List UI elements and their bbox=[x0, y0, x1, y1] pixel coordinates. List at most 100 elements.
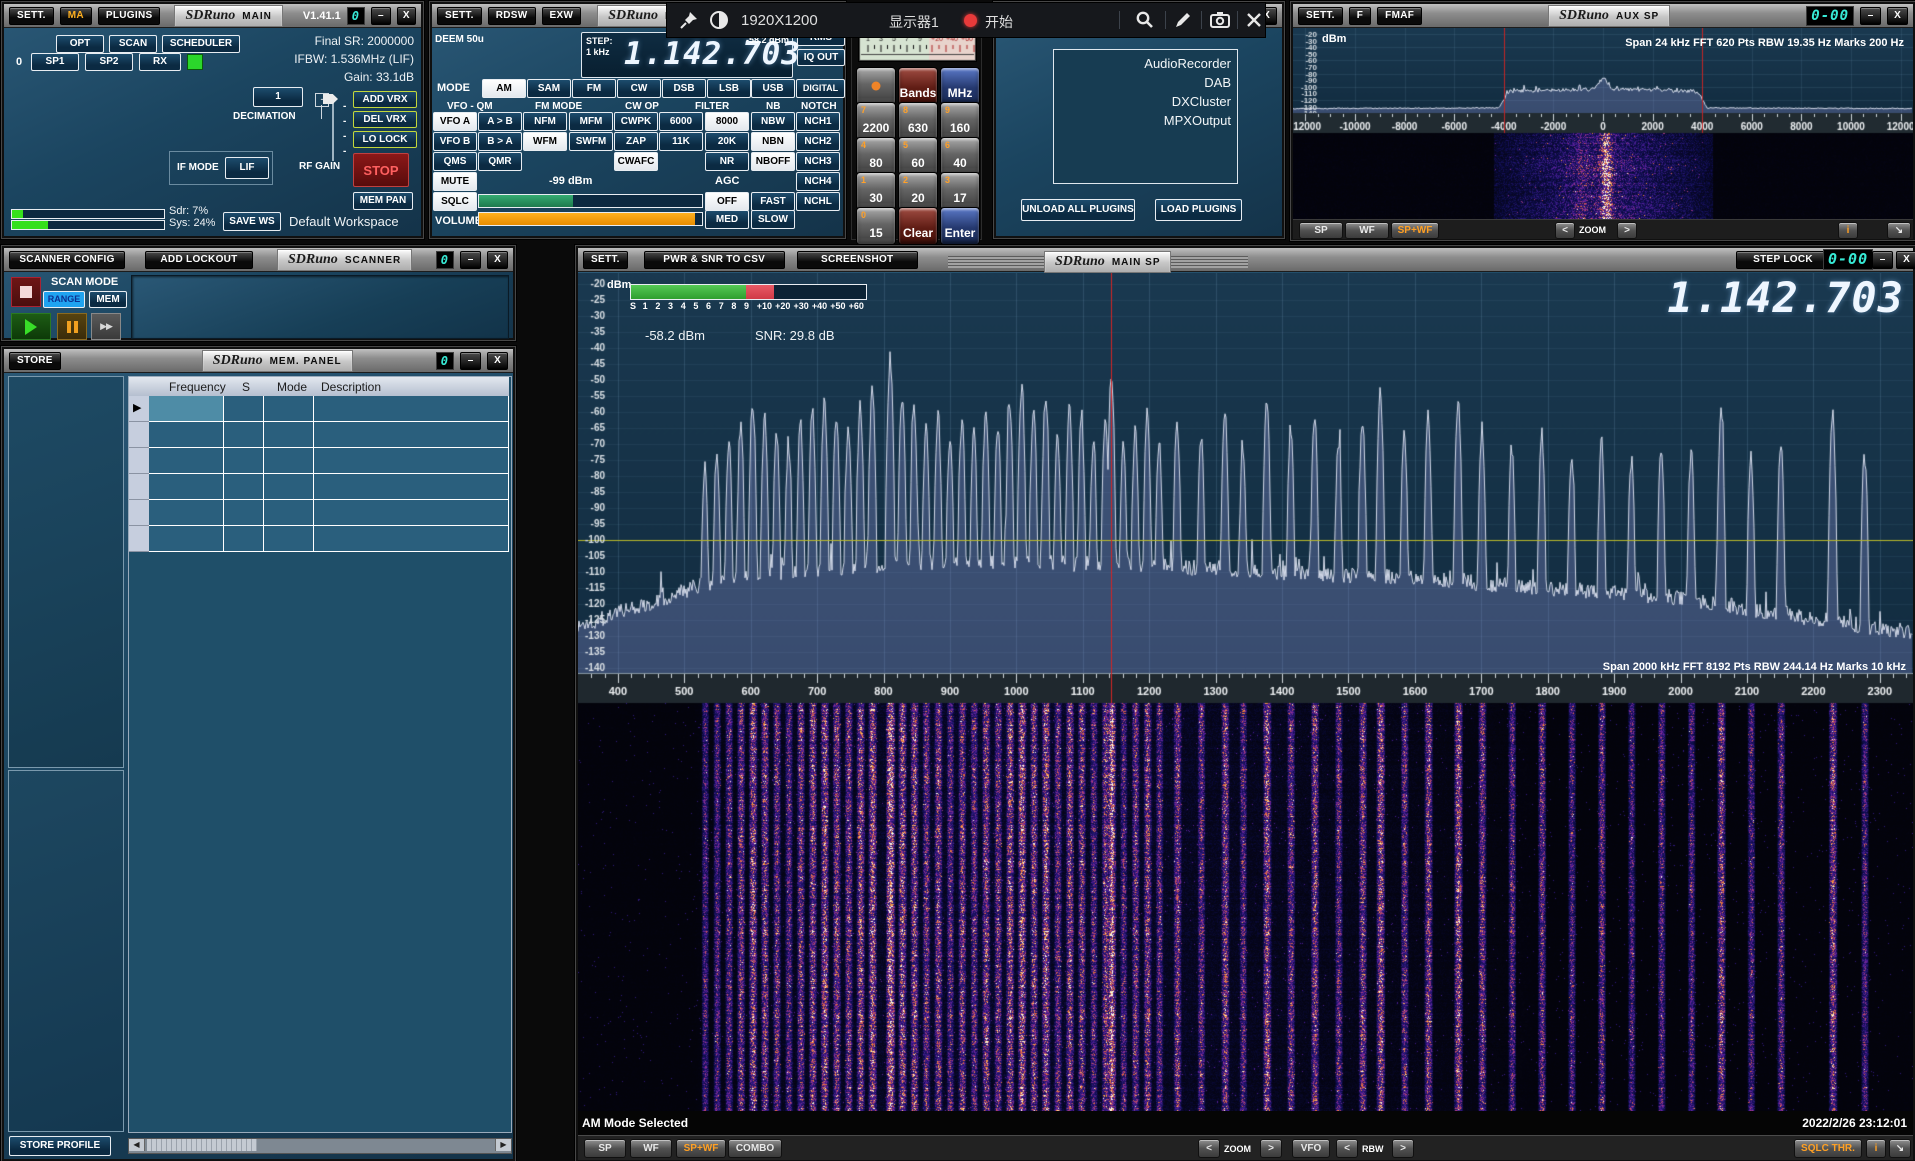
mem-table[interactable]: Frequency S Mode Description ▶ bbox=[128, 376, 512, 1133]
scan-button[interactable]: SCAN bbox=[109, 35, 157, 53]
mode-lsb-button[interactable]: LSB bbox=[707, 79, 751, 98]
mode-dsb-button[interactable]: DSB bbox=[662, 79, 706, 98]
row-selector[interactable] bbox=[129, 448, 149, 474]
keypad-key-60[interactable]: 560 bbox=[898, 137, 938, 175]
scheduler-button[interactable]: SCHEDULER bbox=[162, 35, 240, 53]
unload-all-plugins-button[interactable]: UNLOAD ALL PLUGINS bbox=[1021, 199, 1135, 221]
scanner-config-button[interactable]: SCANNER CONFIG bbox=[9, 251, 125, 269]
keypad-key-dot[interactable] bbox=[856, 67, 896, 105]
store-button[interactable]: STORE bbox=[9, 352, 61, 370]
add-vrx-button[interactable]: ADD VRX bbox=[353, 91, 417, 108]
sqlc-threshold-button[interactable]: SQLC THR. bbox=[1794, 1139, 1862, 1158]
lo-lock-button[interactable]: LO LOCK bbox=[353, 131, 417, 148]
keypad-key-MHz[interactable]: MHz bbox=[940, 67, 980, 105]
table-cell[interactable] bbox=[314, 474, 509, 500]
table-cell[interactable] bbox=[264, 396, 314, 422]
nbn-button[interactable]: NBN bbox=[751, 132, 795, 151]
scan-pause-button[interactable] bbox=[57, 313, 87, 340]
zap-button[interactable]: ZAP bbox=[614, 132, 658, 151]
table-cell[interactable] bbox=[314, 422, 509, 448]
nbw-button[interactable]: NBW bbox=[751, 112, 795, 131]
nch3-button[interactable]: NCH3 bbox=[796, 152, 840, 171]
info-button[interactable]: i bbox=[1866, 1139, 1886, 1158]
rx-button[interactable]: RX bbox=[139, 53, 181, 71]
sp2-button[interactable]: SP2 bbox=[85, 53, 133, 71]
scroll-right-arrow[interactable]: ▶ bbox=[495, 1139, 511, 1151]
magnifier-icon[interactable] bbox=[1135, 10, 1155, 30]
nchl-button[interactable]: NCHL bbox=[796, 192, 840, 211]
table-cell[interactable] bbox=[149, 448, 224, 474]
keypad-key-30[interactable]: 130 bbox=[856, 172, 896, 210]
plugins-list[interactable]: AudioRecorder DAB DXCluster MPXOutput bbox=[1053, 49, 1238, 184]
rf-gain-slider-handle[interactable] bbox=[323, 94, 338, 104]
close-button[interactable]: X bbox=[487, 251, 508, 269]
list-item[interactable]: MPXOutput bbox=[1060, 111, 1231, 130]
table-cell[interactable] bbox=[149, 422, 224, 448]
vfo-b-button[interactable]: VFO B bbox=[433, 132, 477, 151]
table-cell[interactable] bbox=[314, 396, 509, 422]
sp-view-button[interactable]: SP bbox=[584, 1139, 626, 1158]
row-selector[interactable] bbox=[129, 422, 149, 448]
minimize-button[interactable]: – bbox=[460, 352, 481, 370]
nch2-button[interactable]: NCH2 bbox=[796, 132, 840, 151]
keypad-key-2200[interactable]: 72200 bbox=[856, 102, 896, 140]
row-selector[interactable] bbox=[129, 474, 149, 500]
decimation-value[interactable]: 1 bbox=[253, 87, 303, 107]
filter-11k-button[interactable]: 11K bbox=[659, 132, 703, 151]
ma-button[interactable]: MA bbox=[60, 7, 92, 25]
scroll-thumb[interactable] bbox=[147, 1139, 257, 1151]
pin-icon[interactable] bbox=[679, 10, 699, 30]
rdsw-button[interactable]: RDSW bbox=[488, 7, 536, 25]
table-cell[interactable] bbox=[314, 526, 509, 552]
keypad-key-Bands[interactable]: Bands bbox=[898, 67, 938, 105]
qmr-button[interactable]: QMR bbox=[478, 152, 522, 171]
mem-pan-button[interactable]: MEM PAN bbox=[353, 192, 413, 210]
mode-cw-button[interactable]: CW bbox=[617, 79, 661, 98]
nfm-button[interactable]: NFM bbox=[523, 112, 567, 131]
keypad-key-Clear[interactable]: Clear bbox=[898, 207, 938, 245]
swfm-button[interactable]: SWFM bbox=[569, 132, 613, 151]
info-button[interactable]: i bbox=[1838, 222, 1858, 239]
zoom-out-button[interactable]: < bbox=[1555, 222, 1575, 239]
frequency-display[interactable]: STEP: 1 kHz 1.142.703 -58.2 dBm bbox=[581, 32, 793, 78]
b-to-a-button[interactable]: B > A bbox=[478, 132, 522, 151]
keypad-key-80[interactable]: 480 bbox=[856, 137, 896, 175]
table-cell[interactable] bbox=[264, 474, 314, 500]
mute-button[interactable]: MUTE bbox=[433, 172, 477, 191]
close-button[interactable]: X bbox=[1896, 251, 1915, 269]
filter-20k-button[interactable]: 20K bbox=[705, 132, 749, 151]
keypad-key-15[interactable]: 015 bbox=[856, 207, 896, 245]
cwafc-button[interactable]: CWAFC bbox=[614, 152, 658, 171]
keypad-key-160[interactable]: 9160 bbox=[940, 102, 980, 140]
minimize-button[interactable]: – bbox=[371, 7, 391, 25]
close-icon[interactable] bbox=[1245, 11, 1263, 29]
sett-button[interactable]: SETT. bbox=[437, 7, 482, 25]
close-button[interactable]: X bbox=[487, 352, 508, 370]
table-cell[interactable] bbox=[264, 500, 314, 526]
keypad-key-20[interactable]: 220 bbox=[898, 172, 938, 210]
mode-fm-button[interactable]: FM bbox=[572, 79, 616, 98]
nr-button[interactable]: NR bbox=[705, 152, 749, 171]
resize-corner-button[interactable]: ↘ bbox=[1887, 222, 1911, 239]
table-cell[interactable] bbox=[224, 474, 264, 500]
screenshot-button[interactable]: SCREENSHOT bbox=[797, 251, 918, 269]
sqlc-button[interactable]: SQLC bbox=[433, 192, 477, 211]
mem-mode-button[interactable]: MEM bbox=[89, 291, 127, 308]
sp-wf-view-button[interactable]: SP+WF bbox=[676, 1139, 726, 1158]
mode-am-button[interactable]: AM bbox=[482, 79, 526, 98]
combo-view-button[interactable]: COMBO bbox=[728, 1139, 782, 1158]
qms-button[interactable]: QMS bbox=[433, 152, 477, 171]
capture-start-button[interactable]: 开始 bbox=[985, 12, 1013, 32]
pencil-icon[interactable] bbox=[1173, 10, 1193, 30]
sett-button[interactable]: SETT. bbox=[9, 7, 54, 25]
sp1-button[interactable]: SP1 bbox=[31, 53, 79, 71]
mode-digital-button[interactable]: DIGITAL bbox=[796, 79, 845, 98]
list-item[interactable]: DAB bbox=[1060, 73, 1231, 92]
table-cell[interactable] bbox=[149, 526, 224, 552]
mfm-button[interactable]: MFM bbox=[569, 112, 613, 131]
sett-button[interactable]: SETT. bbox=[1298, 7, 1343, 25]
volume-slider[interactable] bbox=[478, 212, 703, 226]
pwr-snr-csv-button[interactable]: PWR & SNR TO CSV bbox=[644, 251, 785, 269]
scan-stop-button[interactable] bbox=[11, 277, 41, 307]
sp-view-button[interactable]: SP bbox=[1299, 222, 1343, 239]
